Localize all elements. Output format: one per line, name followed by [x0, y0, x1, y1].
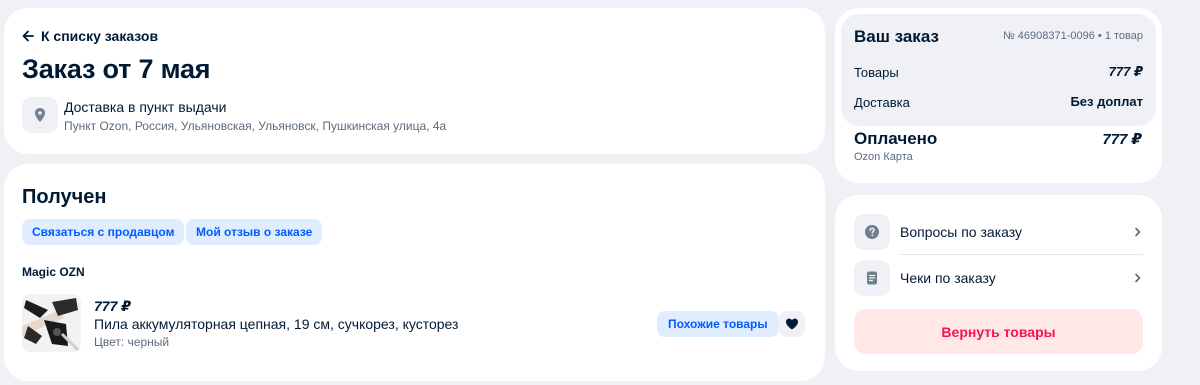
receipt-icon [854, 259, 890, 296]
return-items-button[interactable]: Вернуть товары [854, 309, 1143, 354]
page-title: Заказ от 7 мая [22, 54, 211, 84]
back-link-label: К списку заказов [41, 28, 159, 44]
contact-seller-button[interactable]: Связаться с продавцом [22, 219, 185, 245]
order-questions-label: Вопросы по заказу [900, 223, 1023, 240]
order-actions-card: Вопросы по заказу Чеки по заказу Вернуть… [835, 195, 1162, 371]
order-summary-card: Ваш заказ № 46908371-0096 • 1 товар Това… [835, 8, 1162, 183]
delivery-address: Пункт Ozon, Россия, Ульяновская, Ульянов… [64, 119, 447, 133]
paid-label: Оплачено [854, 129, 938, 148]
product-image[interactable] [22, 294, 81, 352]
divider [900, 254, 1143, 255]
order-receipts-label: Чеки по заказу [900, 269, 996, 286]
chevron-right-icon [1135, 227, 1141, 236]
summary-details: Ваш заказ № 46908371-0096 • 1 товар Това… [841, 14, 1156, 126]
heart-icon [786, 318, 798, 330]
product-price: 777 ₽ [94, 298, 131, 314]
product-name[interactable]: Пила аккумуляторная цепная, 19 см, сучко… [94, 316, 458, 332]
my-review-button[interactable]: Мой отзыв о заказе [186, 219, 323, 245]
delivery-value: Без доплат [1070, 94, 1143, 109]
paid-value: 777 ₽ [1102, 131, 1142, 148]
order-number: № 46908371-0096 • 1 товар [1002, 30, 1143, 42]
favorite-button[interactable] [779, 311, 805, 337]
seller-name[interactable]: Magic OZN [22, 265, 85, 279]
order-questions-row[interactable]: Вопросы по заказу [854, 213, 1143, 250]
similar-products-button[interactable]: Похожие товары [657, 311, 779, 337]
goods-label: Товары [854, 65, 899, 80]
order-receipts-row[interactable]: Чеки по заказу [854, 259, 1143, 296]
question-icon [854, 213, 890, 250]
order-status-card: Получен Связаться с продавцом Мой отзыв … [4, 164, 825, 381]
back-to-orders-link[interactable]: К списку заказов [22, 28, 158, 44]
location-pin-icon [22, 97, 58, 133]
arrow-left-icon [22, 30, 34, 42]
payment-method: Ozon Карта [854, 151, 913, 163]
summary-title: Ваш заказ [854, 27, 939, 46]
order-status: Получен [22, 186, 107, 208]
order-header-card: К списку заказов Заказ от 7 мая Доставка… [4, 8, 825, 154]
product-color: Цвет: черный [94, 335, 170, 349]
delivery-type: Доставка в пункт выдачи [64, 99, 227, 115]
delivery-label: Доставка [854, 95, 910, 110]
chevron-right-icon [1135, 273, 1141, 282]
goods-value: 777 ₽ [1108, 64, 1143, 79]
